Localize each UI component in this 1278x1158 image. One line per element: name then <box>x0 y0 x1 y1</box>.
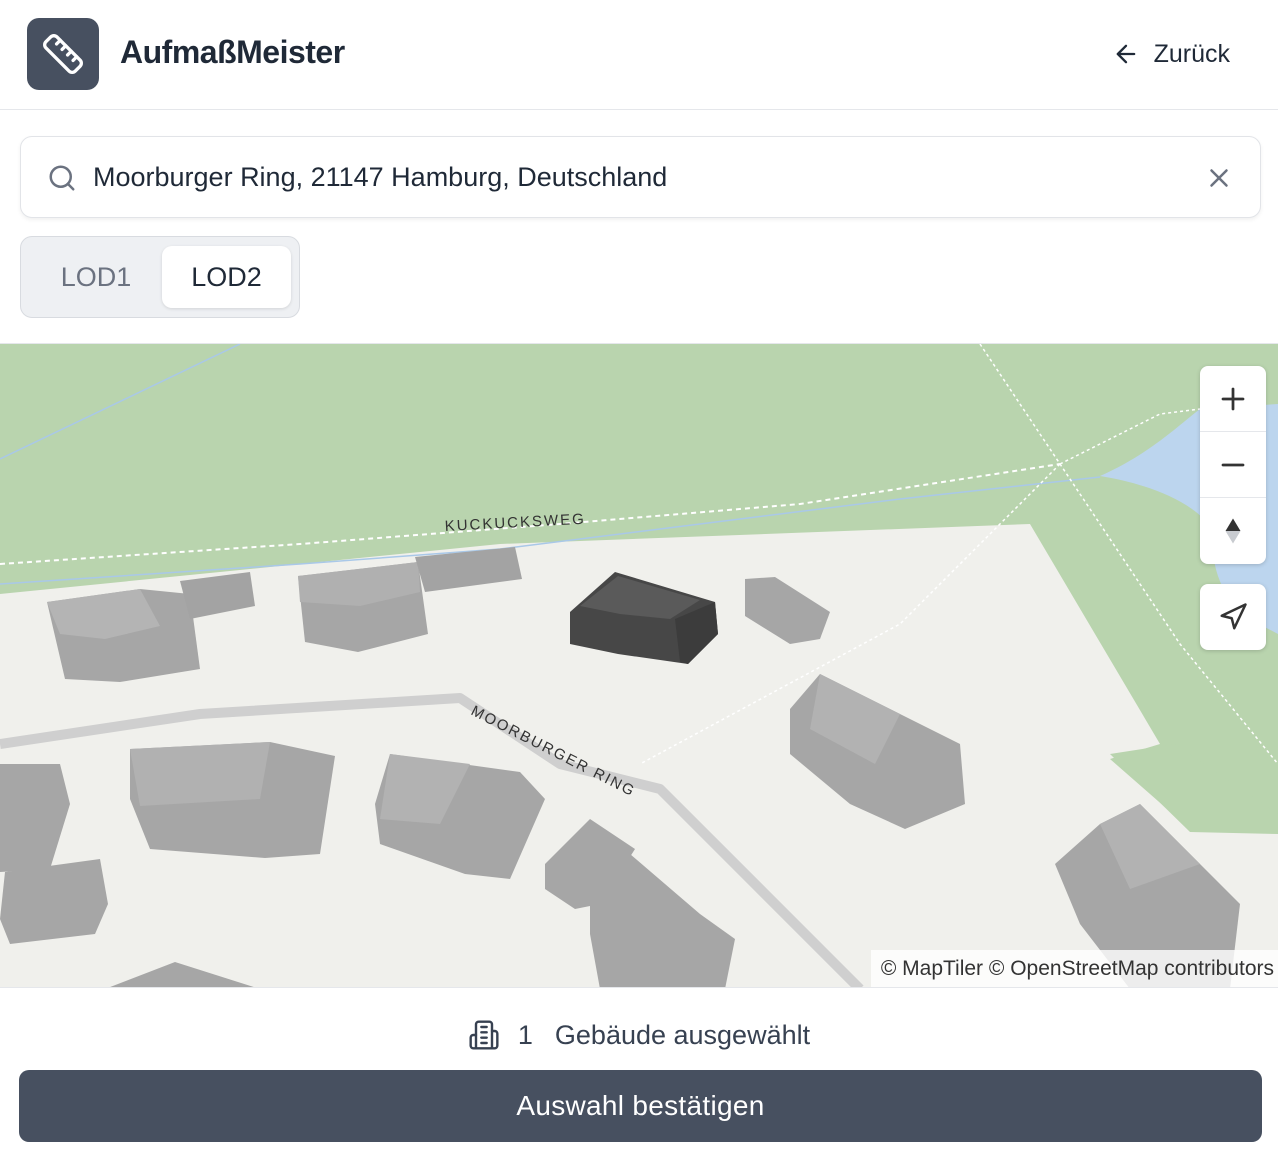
lod1-option[interactable]: LOD1 <box>31 246 161 308</box>
minus-icon <box>1221 463 1245 466</box>
compass-button[interactable] <box>1200 498 1266 564</box>
map-zoom-controls <box>1200 366 1266 564</box>
back-button[interactable]: Zurück <box>1112 34 1230 74</box>
back-button-label: Zurück <box>1153 39 1230 68</box>
locate-button[interactable] <box>1200 584 1266 650</box>
selection-count: 1 <box>517 1019 533 1050</box>
building[interactable] <box>130 742 270 806</box>
app-title: AufmaßMeister <box>120 34 345 70</box>
building-icon <box>469 1020 499 1050</box>
app-logo <box>27 18 99 90</box>
compass-icon <box>1225 518 1241 544</box>
zoom-in-button[interactable] <box>1200 366 1266 432</box>
plus-icon <box>1221 387 1245 410</box>
navigation-arrow-icon <box>1220 603 1247 630</box>
map-view[interactable]: KUCKUCKSWEG MOORBURGER RING © MapTiler ©… <box>0 343 1278 988</box>
app-header: AufmaßMeister Zurück <box>0 0 1278 110</box>
selection-summary: 1 Gebäude ausgewählt <box>0 1012 1278 1058</box>
lod2-option[interactable]: LOD2 <box>162 246 291 308</box>
search-icon <box>49 165 75 191</box>
confirm-selection-button[interactable]: Auswahl bestätigen <box>19 1070 1262 1142</box>
map-attribution[interactable]: © MapTiler © OpenStreetMap contributors <box>870 950 1278 987</box>
map-scene[interactable]: KUCKUCKSWEG MOORBURGER RING <box>0 344 1278 988</box>
close-icon[interactable] <box>1204 163 1234 193</box>
selection-label: Gebäude ausgewählt <box>554 1019 811 1050</box>
arrow-left-icon <box>1116 44 1135 64</box>
ruler-icon <box>43 34 83 74</box>
address-search <box>20 136 1261 218</box>
search-input[interactable] <box>93 153 1173 201</box>
zoom-out-button[interactable] <box>1200 432 1266 498</box>
lod-toggle: LOD1 LOD2 <box>20 236 300 318</box>
building[interactable] <box>0 859 108 944</box>
